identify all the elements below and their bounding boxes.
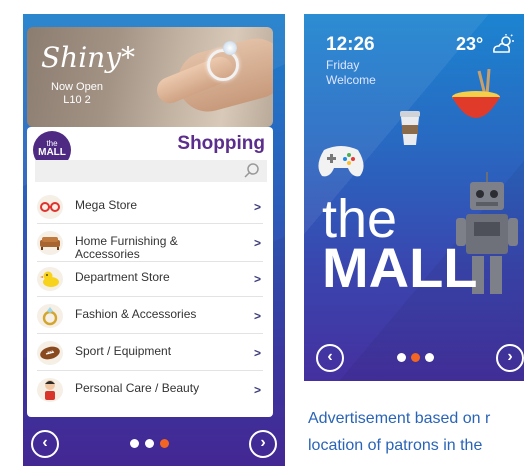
noodle-bowl-icon xyxy=(452,69,500,118)
ad-location: L10 2 xyxy=(63,94,91,106)
diamond-image xyxy=(223,41,237,55)
temperature: 23° xyxy=(456,34,484,54)
ad-title: Shiny* xyxy=(41,41,136,74)
next-button[interactable]: › xyxy=(496,344,524,372)
category-label: Sport / Equipment xyxy=(75,344,172,358)
chevron-right-icon: > xyxy=(253,236,261,250)
category-label: Department Store xyxy=(75,270,170,284)
category-item-mega-store[interactable]: Mega Store > xyxy=(27,193,273,221)
logo-big-text: MALL xyxy=(38,147,66,158)
page-dot-2[interactable] xyxy=(145,439,154,448)
search-icon[interactable] xyxy=(243,162,261,180)
game-controller-icon xyxy=(318,146,364,177)
search-input[interactable] xyxy=(35,160,267,182)
prev-button[interactable]: ‹ xyxy=(316,344,344,372)
glasses-icon xyxy=(37,195,63,219)
next-button[interactable]: › xyxy=(249,430,277,458)
sofa-icon xyxy=(37,231,63,255)
category-label: Home Furnishing & Accessories xyxy=(75,234,178,261)
shopping-panel: the MALL Shopping Mega Store > Home Furn… xyxy=(27,127,273,417)
left-phone-screen: Shiny* Now Open L10 2 the MALL Shopping … xyxy=(23,14,285,466)
category-item-fashion[interactable]: Fashion & Accessories > xyxy=(27,302,273,330)
right-phone-screen: 12:26 Friday Welcome 23° the MALL ‹ › xyxy=(304,14,524,381)
divider xyxy=(37,370,263,371)
chevron-right-icon: > xyxy=(253,383,261,397)
page-dot-2-active[interactable] xyxy=(411,353,420,362)
football-icon xyxy=(37,341,63,365)
coffee-cup-icon xyxy=(400,111,420,145)
person-icon xyxy=(37,378,63,402)
category-label: Fashion & Accessories xyxy=(75,307,197,321)
category-item-personal-care[interactable]: Personal Care / Beauty > xyxy=(27,376,273,404)
duck-toy-icon xyxy=(37,267,63,291)
ad-banner[interactable]: Shiny* Now Open L10 2 xyxy=(27,27,273,127)
page-dot-3[interactable] xyxy=(425,353,434,362)
caption-text: Advertisement based on r location of pat… xyxy=(308,405,524,459)
divider xyxy=(37,223,263,224)
category-label: Mega Store xyxy=(75,198,138,212)
ring-icon xyxy=(37,304,63,328)
welcome-label: Welcome xyxy=(326,73,376,87)
chevron-right-icon: > xyxy=(253,200,261,214)
brand-mall-text: MALL xyxy=(322,236,478,299)
divider xyxy=(37,296,263,297)
divider xyxy=(37,333,263,334)
chevron-right-icon: > xyxy=(253,346,261,360)
category-label: Personal Care / Beauty xyxy=(75,381,200,395)
ad-subtitle: Now Open xyxy=(51,81,103,93)
chevron-right-icon: > xyxy=(253,272,261,286)
chevron-right-icon: > xyxy=(253,309,261,323)
page-dot-3-active[interactable] xyxy=(160,439,169,448)
ring-image xyxy=(207,49,239,81)
category-item-sport[interactable]: Sport / Equipment > xyxy=(27,339,273,367)
prev-button[interactable]: ‹ xyxy=(31,430,59,458)
page-dot-1[interactable] xyxy=(397,353,406,362)
partly-cloudy-icon xyxy=(493,34,514,53)
caption-line-1: Advertisement based on r xyxy=(308,410,491,427)
category-item-department-store[interactable]: Department Store > xyxy=(27,265,273,293)
category-item-home-furnishing[interactable]: Home Furnishing & Accessories > xyxy=(27,229,273,261)
divider xyxy=(37,261,263,262)
caption-line-2: location of patrons in the xyxy=(308,437,483,454)
section-title: Shopping xyxy=(177,133,265,154)
page-dot-1[interactable] xyxy=(130,439,139,448)
clock-time: 12:26 xyxy=(326,34,375,55)
day-label: Friday xyxy=(326,58,360,72)
